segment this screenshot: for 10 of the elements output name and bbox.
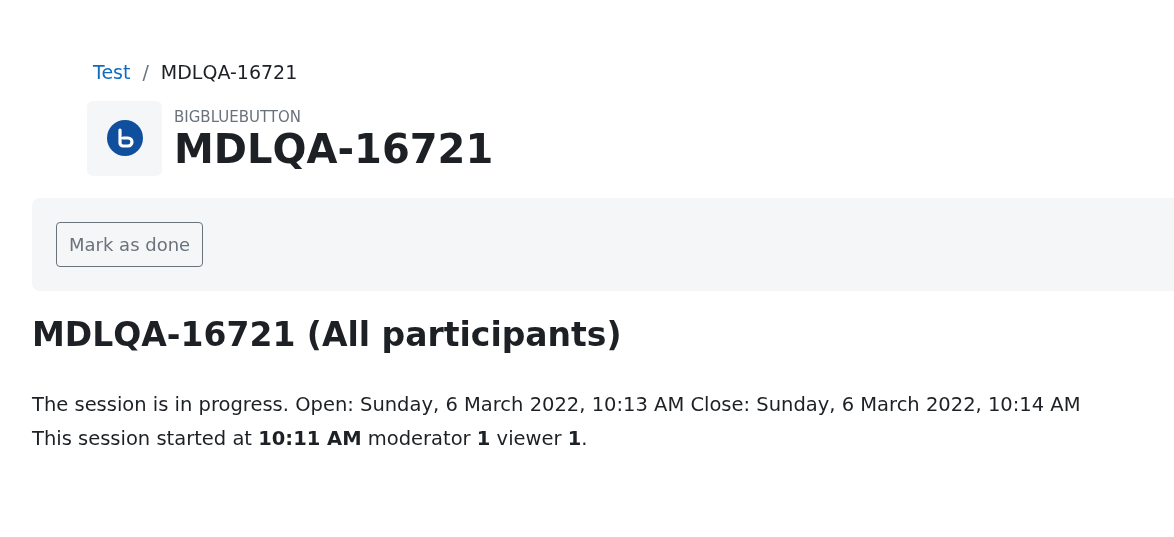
activity-type: BIGBLUEBUTTON — [174, 106, 303, 128]
breadcrumb-current: MDLQA-16721 — [160, 60, 298, 85]
breadcrumb-link[interactable]: Test — [93, 58, 131, 87]
page-title: MDLQA-16721 — [174, 128, 494, 171]
session-details: This session started at 10:11 AM moderator 1 viewer 1. — [32, 426, 589, 453]
room-heading: MDLQA-16721 (All participants) — [32, 314, 623, 355]
session-status: The session is in progress. Open: Sunday, 6 March 2022, 10:13 AM Close: Sunday, 6 March 2022, 10:14 AM — [32, 392, 1082, 419]
breadcrumb-separator: / — [142, 60, 149, 85]
activity-logo-icon — [106, 120, 143, 156]
mark-done-button[interactable]: Mark as done — [56, 221, 204, 267]
